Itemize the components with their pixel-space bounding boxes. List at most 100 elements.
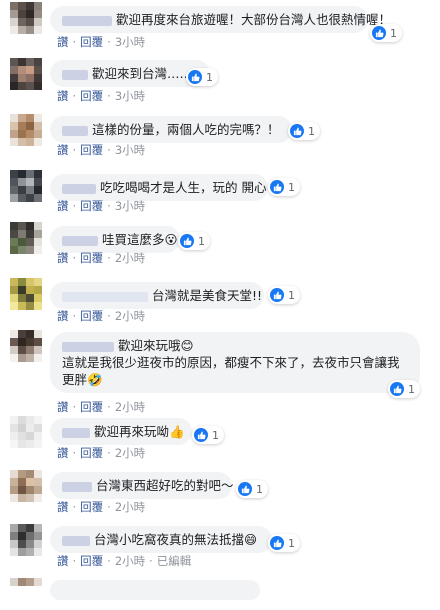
comment-bubble: 歡迎再來玩呦👍 [50,418,192,445]
comment-text-line2: 這就是我很少逛夜市的原因，都瘦不下來了，去夜市只會讓我更胖 [62,355,400,387]
reply-link[interactable]: 回覆 [80,445,103,461]
reaction-count: 1 [288,536,295,550]
redacted-name[interactable] [62,69,88,80]
reply-link[interactable]: 回覆 [80,34,103,50]
reply-link[interactable]: 回覆 [80,250,103,266]
like-link[interactable]: 讚 [57,399,69,415]
comment-actions: 讚 · 回覆 · 3小時 [57,142,146,158]
comment-bubble: 台灣東西超好吃的對吧～ [50,472,234,499]
comment-text: 台灣東西超好吃的對吧～ [96,478,234,493]
redacted-name[interactable] [62,235,98,246]
comment-bubble: 吃吃喝喝才是人生，玩的 開心 [50,174,268,201]
reaction-count: 1 [408,382,415,396]
redacted-name[interactable] [62,535,90,546]
reply-link[interactable]: 回覆 [80,88,103,104]
reaction-count-badge[interactable]: 1 [388,380,420,398]
timestamp[interactable]: 3小時 [115,34,145,50]
like-link[interactable]: 讚 [57,499,69,515]
redacted-name[interactable] [62,15,112,26]
like-link[interactable]: 讚 [57,198,69,214]
like-link[interactable]: 讚 [57,250,69,266]
reaction-count-badge[interactable]: 1 [186,68,218,86]
reaction-count-badge[interactable]: 1 [288,122,320,140]
surprised-emoji-icon: 😮 [164,232,178,247]
like-icon [270,288,284,302]
reaction-count-badge[interactable]: 1 [236,480,268,498]
reaction-count-badge[interactable]: 1 [268,534,300,552]
redacted-name[interactable] [62,481,92,492]
edited-label[interactable]: 已編輯 [157,553,192,569]
comment-bubble: 台灣小吃窩夜真的無法抵擋😄 [50,526,272,553]
redacted-name[interactable] [62,341,114,352]
redacted-name[interactable] [62,291,148,302]
like-icon [372,26,386,40]
like-icon [290,124,304,138]
reaction-count-badge[interactable]: 1 [192,426,224,444]
avatar[interactable] [10,58,42,90]
like-link[interactable]: 讚 [57,445,69,461]
comment-actions: 讚 · 回覆 · 2小時 [57,499,146,515]
reaction-count: 1 [198,234,205,248]
timestamp[interactable]: 2小時 [115,399,145,415]
avatar[interactable] [10,524,42,556]
like-link[interactable]: 讚 [57,34,69,50]
avatar[interactable] [10,330,42,362]
avatar[interactable] [10,416,42,448]
comment-actions: 讚 · 回覆 · 2小時 [57,308,146,324]
like-link[interactable]: 讚 [57,88,69,104]
reaction-count-badge[interactable]: 1 [268,286,300,304]
redacted-name[interactable] [62,183,96,194]
avatar[interactable] [10,578,42,610]
comment-text: 這樣的份量，兩個人吃的完嗎？！ [92,122,280,137]
redacted-name[interactable] [62,427,90,438]
avatar[interactable] [10,222,42,254]
comment-text: 吃吃喝喝才是人生，玩的 開心 [100,180,267,195]
reaction-count: 1 [308,124,315,138]
timestamp[interactable]: 3小時 [115,198,145,214]
comment-bubble [50,580,260,600]
thumbs-up-emoji-icon: 👍 [169,424,185,439]
reaction-count: 1 [206,70,213,84]
reaction-count: 1 [288,180,295,194]
comment-text: 台灣就是美食天堂!! [152,288,263,303]
timestamp[interactable]: 2小時 [115,445,145,461]
comment-bubble: 台灣就是美食天堂!! [50,282,264,309]
timestamp[interactable]: 2小時 [115,553,145,569]
reaction-count: 1 [288,288,295,302]
avatar[interactable] [10,278,42,310]
reply-link[interactable]: 回覆 [80,399,103,415]
reaction-count: 1 [256,482,263,496]
smile-emoji-icon: 😊 [180,338,194,353]
reaction-count-badge[interactable]: 1 [370,24,402,42]
timestamp[interactable]: 3小時 [115,142,145,158]
like-icon [270,536,284,550]
timestamp[interactable]: 2小時 [115,250,145,266]
reaction-count-badge[interactable]: 1 [268,178,300,196]
comment-actions: 讚 · 回覆 · 2小時 [57,399,146,415]
reply-link[interactable]: 回覆 [80,553,103,569]
comment-actions: 讚 · 回覆 · 2小時 [57,445,146,461]
comment-text: 哇買這麼多 [102,232,165,247]
reaction-count: 1 [212,428,219,442]
like-icon [188,70,202,84]
like-link[interactable]: 讚 [57,553,69,569]
like-link[interactable]: 讚 [57,142,69,158]
avatar[interactable] [10,170,42,202]
comment-bubble: 歡迎來玩哦😊 這就是我很少逛夜市的原因，都瘦不下來了，去夜市只會讓我更胖🤣 [50,332,420,393]
timestamp[interactable]: 2小時 [115,308,145,324]
timestamp[interactable]: 3小時 [115,88,145,104]
reaction-count-badge[interactable]: 1 [178,232,210,250]
comment-actions: 讚 · 回覆 · 3小時 [57,34,146,50]
avatar[interactable] [10,114,42,146]
avatar[interactable] [10,470,42,502]
reply-link[interactable]: 回覆 [80,142,103,158]
reply-link[interactable]: 回覆 [80,499,103,515]
like-icon [180,234,194,248]
like-link[interactable]: 讚 [57,308,69,324]
comment-text: 歡迎來玩哦 [118,338,181,353]
redacted-name[interactable] [62,125,88,136]
avatar[interactable] [10,2,42,34]
timestamp[interactable]: 2小時 [115,499,145,515]
reply-link[interactable]: 回覆 [80,308,103,324]
reply-link[interactable]: 回覆 [80,198,103,214]
